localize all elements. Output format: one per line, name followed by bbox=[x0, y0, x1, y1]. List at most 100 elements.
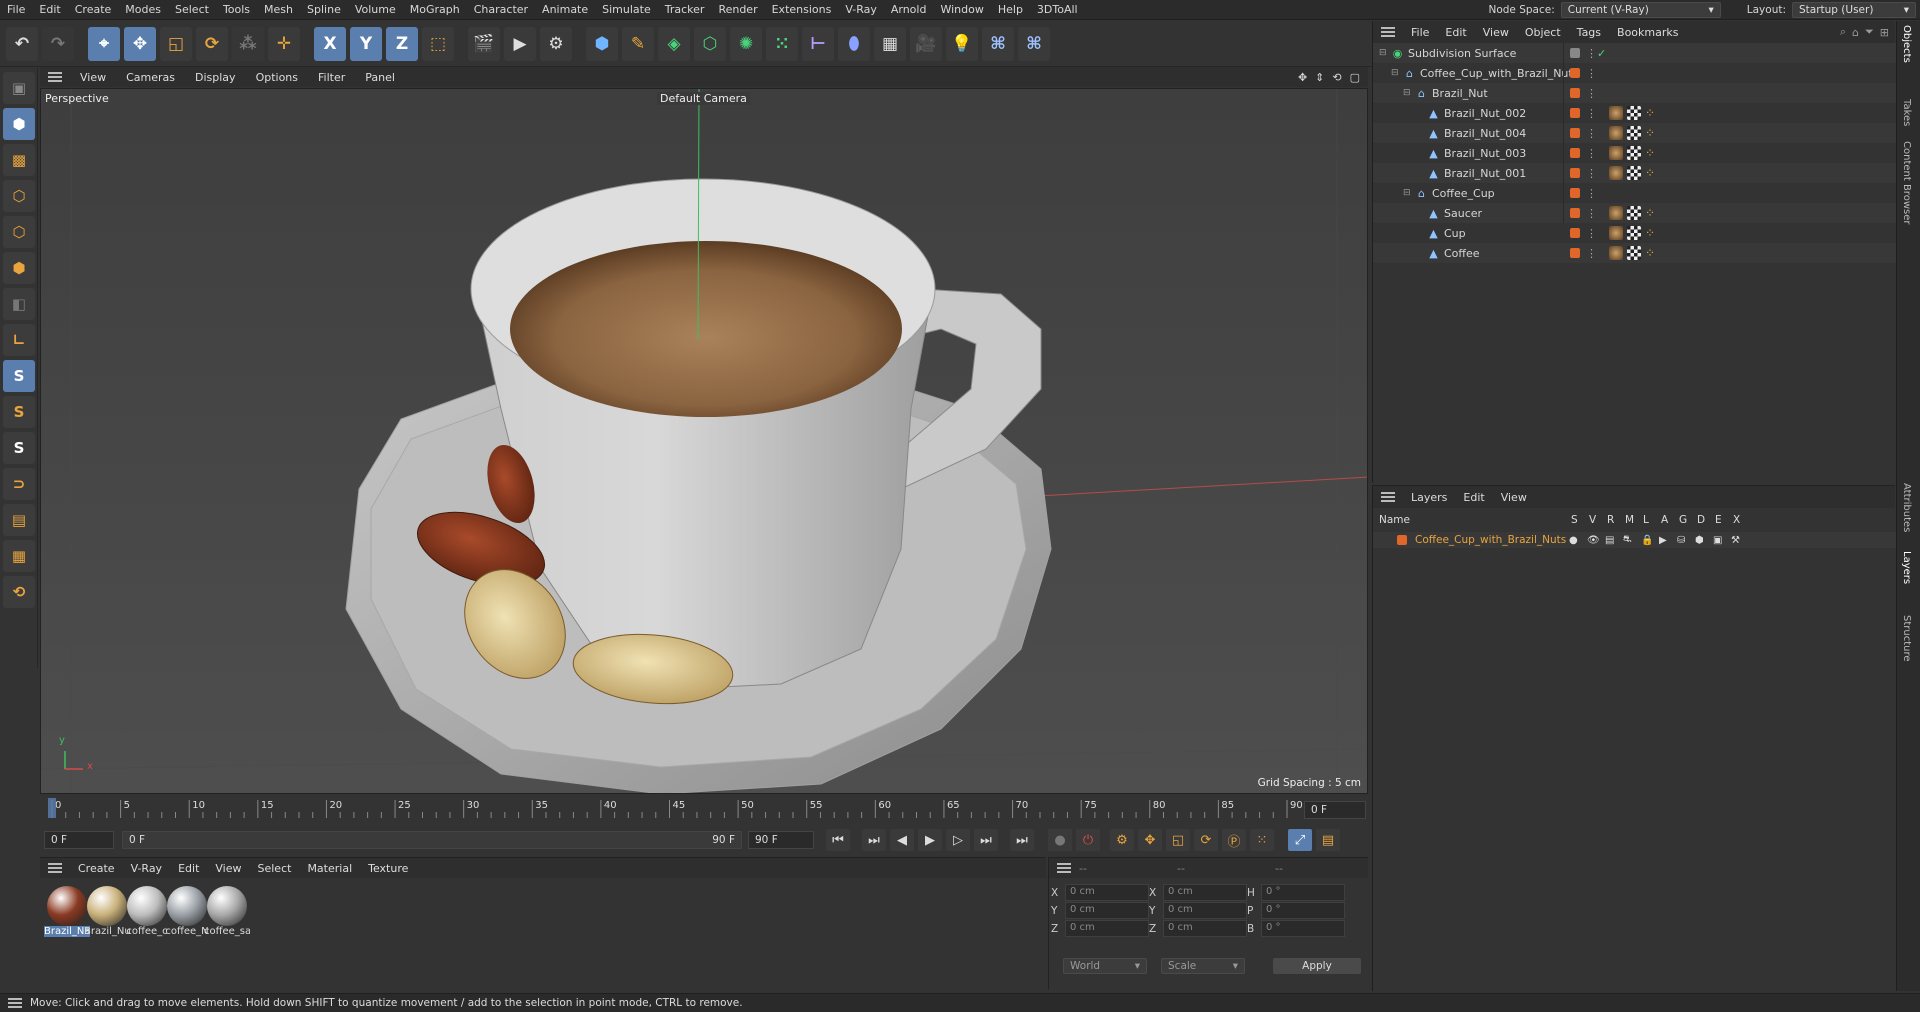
search-icon[interactable]: ⌕ bbox=[1840, 25, 1846, 39]
previous-key-button[interactable]: ⏭ bbox=[862, 829, 886, 851]
deformer-button[interactable]: ⊢ bbox=[802, 26, 834, 61]
grid-button[interactable]: ⟲ bbox=[3, 576, 35, 608]
visibility-dots-icon[interactable]: ⋮ bbox=[1586, 87, 1597, 100]
coord-value-field[interactable]: 0 ° bbox=[1261, 902, 1345, 919]
menu-help[interactable]: Help bbox=[991, 3, 1030, 16]
render-picture-viewer-button[interactable]: ▶ bbox=[504, 26, 536, 61]
layer-flag-icon[interactable]: 👁 bbox=[1587, 535, 1600, 546]
object-row[interactable]: ⊟ ⌂ Coffee_Cup ⋮ bbox=[1373, 183, 1896, 203]
new-window-icon[interactable]: ⊞ bbox=[1880, 26, 1889, 39]
python-button[interactable]: ⌘ bbox=[982, 26, 1014, 61]
object-row[interactable]: ▲ Brazil_Nut_004 ⋮ ⁘ bbox=[1373, 123, 1896, 143]
visibility-dots-icon[interactable]: ⋮ bbox=[1586, 127, 1597, 140]
hamburger-icon[interactable] bbox=[48, 72, 62, 82]
field-button[interactable]: ⬮ bbox=[838, 26, 870, 61]
keyframe-selection-button[interactable]: ⚙ bbox=[1110, 829, 1134, 851]
autokey-button[interactable]: ⏻ bbox=[1076, 829, 1100, 851]
uvw-tag-icon[interactable] bbox=[1627, 206, 1641, 220]
magnet-button[interactable]: ⊃ bbox=[3, 468, 35, 500]
visibility-dots-icon[interactable]: ⋮ bbox=[1586, 67, 1597, 80]
lock-workplane-button[interactable]: ▦ bbox=[3, 540, 35, 572]
layer-color-swatch[interactable] bbox=[1570, 48, 1580, 58]
coord-value-field[interactable]: 0 cm bbox=[1163, 884, 1247, 901]
uv-mode-button[interactable]: ◧ bbox=[3, 288, 35, 320]
visibility-dots-icon[interactable]: ⋮ bbox=[1586, 47, 1597, 60]
workplane-button[interactable]: ▤ bbox=[3, 504, 35, 536]
menu-v-ray[interactable]: V-Ray bbox=[838, 3, 884, 16]
visibility-dots-icon[interactable]: ⋮ bbox=[1586, 187, 1597, 200]
x-axis-button[interactable]: X bbox=[314, 26, 346, 61]
cloner-button[interactable]: ✺ bbox=[730, 26, 762, 61]
node-space-dropdown[interactable]: Current (V-Ray) ▾ bbox=[1560, 1, 1721, 18]
recent-tools-button[interactable]: ⁂ bbox=[232, 26, 264, 61]
phong-tag-icon[interactable]: ⁘ bbox=[1645, 166, 1659, 180]
tab-content-browser[interactable]: Content Browser bbox=[1901, 141, 1912, 224]
object-row[interactable]: ▲ Brazil_Nut_003 ⋮ ⁘ bbox=[1373, 143, 1896, 163]
menu-create[interactable]: Create bbox=[68, 3, 119, 16]
uvw-tag-icon[interactable] bbox=[1627, 166, 1641, 180]
scale-dropdown[interactable]: Scale ▾ bbox=[1161, 958, 1245, 974]
menu-select[interactable]: Select bbox=[168, 3, 216, 16]
coord-value-field[interactable]: 0 ° bbox=[1261, 920, 1345, 937]
menu-modes[interactable]: Modes bbox=[118, 3, 168, 16]
end-frame-field[interactable]: 90 F bbox=[748, 831, 814, 849]
object-row[interactable]: ▲ Brazil_Nut_001 ⋮ ⁘ bbox=[1373, 163, 1896, 183]
menu-mograph[interactable]: MoGraph bbox=[403, 3, 467, 16]
hamburger-icon[interactable] bbox=[8, 998, 22, 1008]
enabled-check-icon[interactable]: ✓ bbox=[1597, 47, 1606, 60]
visibility-dots-icon[interactable]: ⋮ bbox=[1586, 107, 1597, 120]
pen-button[interactable]: ✎ bbox=[622, 26, 654, 61]
layer-flag-icon[interactable]: ⛐ bbox=[1623, 534, 1632, 547]
previous-frame-button[interactable]: ◀ bbox=[890, 829, 914, 851]
menu-tracker[interactable]: Tracker bbox=[658, 3, 712, 16]
home-icon[interactable]: ⌂ bbox=[1852, 26, 1859, 39]
expand-toggle-icon[interactable]: ⊟ bbox=[1403, 188, 1413, 198]
layer-menu-view[interactable]: View bbox=[1493, 491, 1535, 504]
layer-color-swatch[interactable] bbox=[1570, 88, 1580, 98]
layer-color-swatch[interactable] bbox=[1570, 208, 1580, 218]
layer-menu-edit[interactable]: Edit bbox=[1455, 491, 1492, 504]
play-button[interactable]: ▶ bbox=[918, 829, 942, 851]
next-frame-button[interactable]: ▷ bbox=[946, 829, 970, 851]
viewport-menu-filter[interactable]: Filter bbox=[308, 71, 355, 84]
tab-layers[interactable]: Layers bbox=[1901, 551, 1912, 584]
layer-row[interactable]: Coffee_Cup_with_Brazil_Nuts ● 👁 ▤ ⛐ 🔒 ▶ ⛁ ⬢ ▣ ⚒ bbox=[1373, 532, 1896, 548]
expand-toggle-icon[interactable]: ⊟ bbox=[1391, 68, 1401, 78]
menu-window[interactable]: Window bbox=[933, 3, 990, 16]
viewport-menu-panel[interactable]: Panel bbox=[355, 71, 405, 84]
uvw-tag-icon[interactable] bbox=[1627, 106, 1641, 120]
key-position-button[interactable]: ✥ bbox=[1138, 829, 1162, 851]
coord-value-field[interactable]: 0 cm bbox=[1065, 920, 1149, 937]
layer-flag-icon[interactable]: ⚒ bbox=[1731, 535, 1740, 546]
phong-tag-icon[interactable]: ⁘ bbox=[1645, 226, 1659, 240]
material-menu-edit[interactable]: Edit bbox=[170, 862, 207, 875]
hamburger-icon[interactable] bbox=[1057, 863, 1071, 873]
menu-extensions[interactable]: Extensions bbox=[765, 3, 839, 16]
z-axis-button[interactable]: Z bbox=[386, 26, 418, 61]
extrude-button[interactable]: ⬡ bbox=[694, 26, 726, 61]
apply-button[interactable]: Apply bbox=[1273, 958, 1361, 974]
move-tool-button[interactable]: ✥ bbox=[124, 26, 156, 61]
coord-value-field[interactable]: 0 cm bbox=[1163, 902, 1247, 919]
menu-3dtoall[interactable]: 3DToAll bbox=[1030, 3, 1085, 16]
start-frame-field[interactable]: 0 F bbox=[44, 831, 114, 849]
menu-spline[interactable]: Spline bbox=[300, 3, 348, 16]
hamburger-icon[interactable] bbox=[48, 863, 62, 873]
viewport-move-icon[interactable]: ✥ bbox=[1298, 71, 1307, 84]
material-thumbnail[interactable]: coffee_sa bbox=[204, 886, 250, 942]
object-row[interactable]: ⊟ ⌂ Coffee_Cup_with_Brazil_Nuts ⋮ bbox=[1373, 63, 1896, 83]
y-axis-button[interactable]: Y bbox=[350, 26, 382, 61]
snap-workplane-button[interactable]: S bbox=[3, 432, 35, 464]
record-button[interactable]: ● bbox=[1048, 829, 1072, 851]
layer-color-swatch[interactable] bbox=[1570, 228, 1580, 238]
menu-tools[interactable]: Tools bbox=[216, 3, 257, 16]
key-rotation-button[interactable]: ⟳ bbox=[1194, 829, 1218, 851]
uvw-tag-icon[interactable] bbox=[1627, 126, 1641, 140]
mograph-button[interactable]: ⁙ bbox=[766, 26, 798, 61]
layer-color-swatch[interactable] bbox=[1570, 68, 1580, 78]
menu-render[interactable]: Render bbox=[711, 3, 764, 16]
expand-toggle-icon[interactable]: ⊟ bbox=[1379, 48, 1389, 58]
menu-edit[interactable]: Edit bbox=[32, 3, 67, 16]
timeline-ruler[interactable]: 0 5 10 15 20 25 30 35 40 45 50 55 60 65 70 75 80 85 90 0 F bbox=[40, 796, 1368, 824]
hamburger-icon[interactable] bbox=[1381, 492, 1395, 502]
